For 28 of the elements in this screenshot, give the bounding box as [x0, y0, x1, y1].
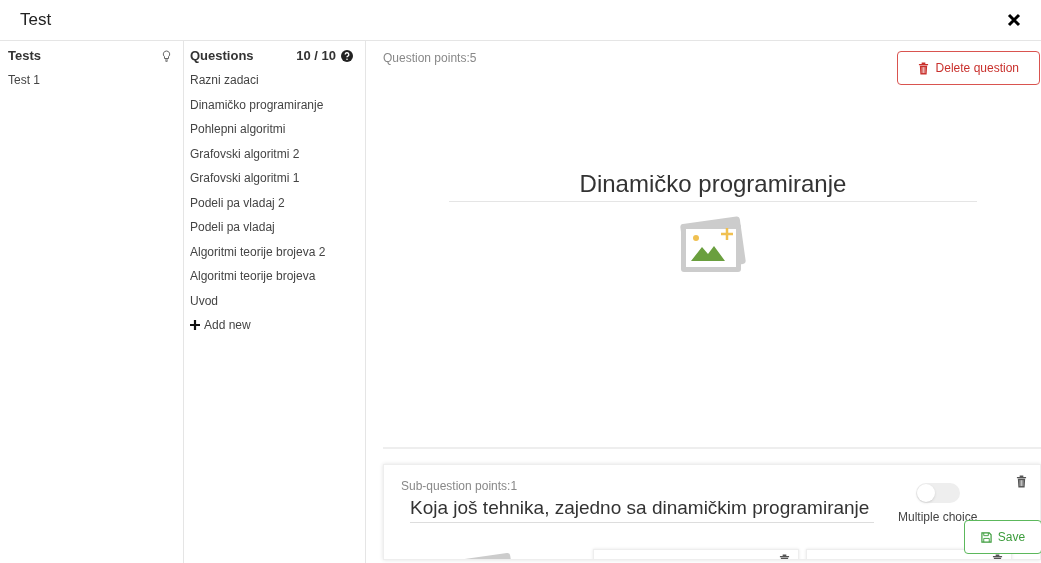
floppy-disk-icon — [980, 531, 992, 543]
save-button[interactable]: Save — [964, 520, 1041, 554]
question-text-field[interactable]: Koja još tehnika, zajedno sa dinamičkim programiranje — [410, 495, 874, 523]
points-label: Sub-question points:1 — [401, 478, 518, 495]
window-title: Test — [20, 9, 52, 32]
question-title: Dinamičko programiranje — [449, 167, 977, 202]
lightbulb-icon[interactable] — [162, 49, 171, 62]
points-label: Question points:5 — [383, 50, 477, 67]
question-item[interactable]: Grafovski algoritmi 1 — [190, 169, 353, 187]
question-item[interactable]: Grafovski algoritmi 2 — [190, 144, 353, 162]
question-item[interactable]: Uvod — [190, 291, 353, 309]
question-item[interactable]: Dinamičko programiranje — [190, 95, 353, 113]
help-icon[interactable] — [341, 49, 353, 62]
column-heading: Questions — [190, 46, 254, 65]
question-item[interactable]: Podeli pa vladaj 2 — [190, 193, 353, 211]
column-heading: Tests — [8, 46, 41, 65]
delete-question-button[interactable]: Delete question — [896, 51, 1040, 85]
close-icon[interactable] — [1007, 13, 1021, 27]
test-item[interactable]: Test 1 — [8, 71, 171, 89]
question-item[interactable]: Podeli pa vladaj — [190, 218, 353, 236]
plus-icon — [190, 320, 200, 330]
question-item[interactable]: Algoritmi teorije brojeva 2 — [190, 242, 353, 260]
question-item[interactable]: Razni zadaci — [190, 71, 353, 89]
toggle-switch[interactable] — [916, 483, 960, 503]
question-item[interactable]: Algoritmi teorije brojeva — [190, 267, 353, 285]
question-count: 10 / 10 — [296, 46, 336, 65]
add-new-button[interactable]: Add new — [190, 316, 251, 334]
question-item[interactable]: Pohlepni algoritmi — [190, 120, 353, 138]
